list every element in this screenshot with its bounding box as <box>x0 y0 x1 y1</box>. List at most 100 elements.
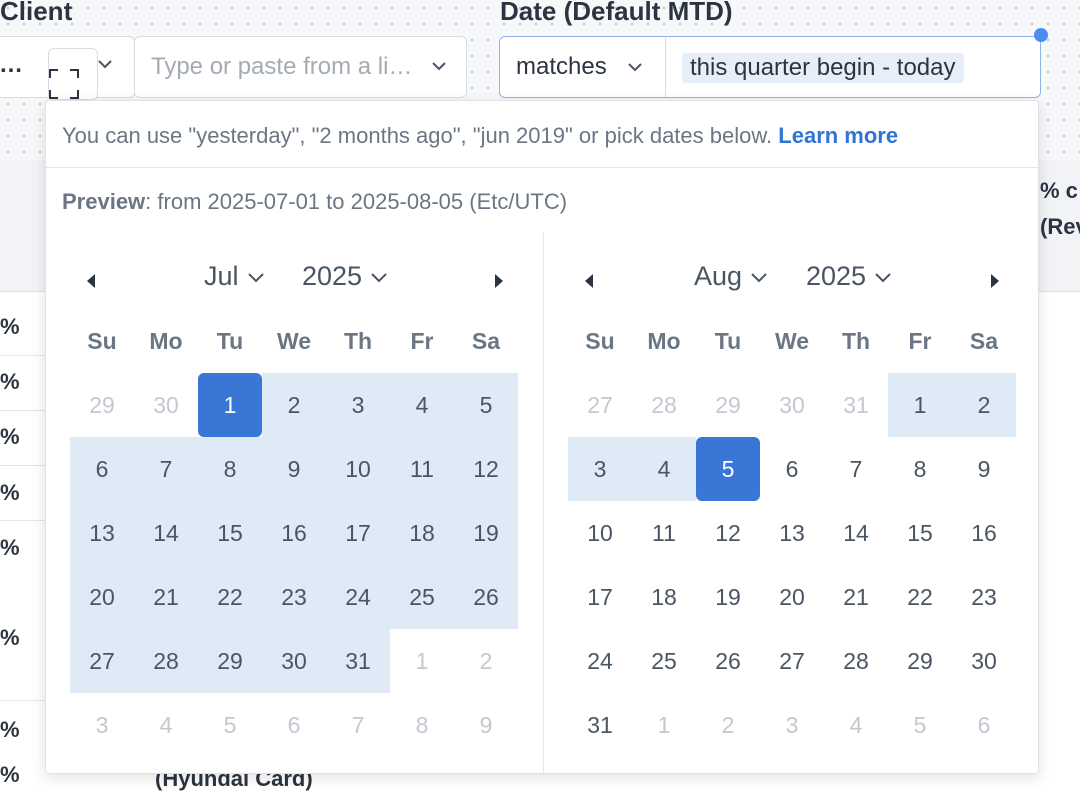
day-cell[interactable]: 5 <box>454 373 518 437</box>
month-select[interactable]: Aug <box>694 261 768 292</box>
day-cell[interactable]: 10 <box>326 437 390 501</box>
day-cell[interactable]: 2 <box>696 693 760 757</box>
day-cell[interactable]: 25 <box>632 629 696 693</box>
day-cell[interactable]: 6 <box>70 437 134 501</box>
day-cell[interactable]: 16 <box>952 501 1016 565</box>
day-cell[interactable]: 27 <box>70 629 134 693</box>
date-picker-popup: You can use "yesterday", "2 months ago",… <box>45 100 1039 774</box>
day-cell[interactable]: 26 <box>454 565 518 629</box>
day-cell[interactable]: 24 <box>326 565 390 629</box>
day-cell[interactable]: 6 <box>952 693 1016 757</box>
day-cell[interactable]: 4 <box>390 373 454 437</box>
date-operator-select[interactable]: matches <box>500 37 666 97</box>
day-cell[interactable]: 16 <box>262 501 326 565</box>
day-cell[interactable]: 29 <box>70 373 134 437</box>
day-cell[interactable]: 29 <box>888 629 952 693</box>
day-cell[interactable]: 30 <box>134 373 198 437</box>
day-cell[interactable]: 3 <box>568 437 632 501</box>
day-cell[interactable]: 1 <box>632 693 696 757</box>
day-cell[interactable]: 30 <box>760 373 824 437</box>
day-cell[interactable]: 12 <box>696 501 760 565</box>
day-cell[interactable]: 6 <box>262 693 326 757</box>
day-cell[interactable]: 25 <box>390 565 454 629</box>
day-cell[interactable]: 29 <box>198 629 262 693</box>
year-select[interactable]: 2025 <box>302 261 388 292</box>
selected-day-cell[interactable]: 1 <box>198 373 262 437</box>
day-cell[interactable]: 18 <box>632 565 696 629</box>
day-cell[interactable]: 3 <box>70 693 134 757</box>
day-cell[interactable]: 31 <box>824 373 888 437</box>
day-cell[interactable]: 12 <box>454 437 518 501</box>
prev-month-icon[interactable] <box>84 273 100 289</box>
day-cell[interactable]: 4 <box>824 693 888 757</box>
day-cell[interactable]: 11 <box>390 437 454 501</box>
day-cell[interactable]: 23 <box>262 565 326 629</box>
next-month-icon[interactable] <box>490 273 506 289</box>
day-cell[interactable]: 31 <box>568 693 632 757</box>
day-cell[interactable]: 20 <box>70 565 134 629</box>
selected-day-cell[interactable]: 5 <box>696 437 760 501</box>
header-text-2: (Rev <box>1040 214 1080 239</box>
day-cell[interactable]: 17 <box>568 565 632 629</box>
day-cell[interactable]: 21 <box>824 565 888 629</box>
day-cell[interactable]: 2 <box>952 373 1016 437</box>
day-cell[interactable]: 18 <box>390 501 454 565</box>
client-value-input[interactable]: Type or paste from a li… <box>134 36 467 98</box>
year-select[interactable]: 2025 <box>806 261 892 292</box>
month-select[interactable]: Jul <box>204 261 265 292</box>
day-cell[interactable]: 4 <box>134 693 198 757</box>
day-cell[interactable]: 9 <box>454 693 518 757</box>
day-cell[interactable]: 7 <box>134 437 198 501</box>
day-cell[interactable]: 15 <box>888 501 952 565</box>
day-cell[interactable]: 22 <box>198 565 262 629</box>
day-cell[interactable]: 13 <box>760 501 824 565</box>
day-cell[interactable]: 8 <box>888 437 952 501</box>
day-cell[interactable]: 14 <box>134 501 198 565</box>
day-cell[interactable]: 7 <box>326 693 390 757</box>
day-cell[interactable]: 6 <box>760 437 824 501</box>
day-cell[interactable]: 1 <box>390 629 454 693</box>
day-cell[interactable]: 23 <box>952 565 1016 629</box>
day-cell[interactable]: 9 <box>262 437 326 501</box>
day-cell[interactable]: 30 <box>262 629 326 693</box>
day-cell[interactable]: 3 <box>760 693 824 757</box>
day-cell[interactable]: 7 <box>824 437 888 501</box>
day-cell[interactable]: 15 <box>198 501 262 565</box>
day-cell[interactable]: 19 <box>454 501 518 565</box>
day-cell[interactable]: 11 <box>632 501 696 565</box>
day-cell[interactable]: 17 <box>326 501 390 565</box>
day-cell[interactable]: 1 <box>888 373 952 437</box>
day-cell[interactable]: 5 <box>198 693 262 757</box>
day-cell[interactable]: 27 <box>760 629 824 693</box>
date-value-tag[interactable]: this quarter begin - today <box>682 53 964 83</box>
day-cell[interactable]: 2 <box>262 373 326 437</box>
next-month-icon[interactable] <box>986 273 1002 289</box>
day-cell[interactable]: 5 <box>888 693 952 757</box>
day-cell[interactable]: 13 <box>70 501 134 565</box>
prev-month-icon[interactable] <box>582 273 598 289</box>
day-cell[interactable]: 28 <box>824 629 888 693</box>
day-cell[interactable]: 31 <box>326 629 390 693</box>
day-cell[interactable]: 29 <box>696 373 760 437</box>
resize-handle[interactable] <box>1034 28 1048 42</box>
day-cell[interactable]: 9 <box>952 437 1016 501</box>
day-cell[interactable]: 8 <box>198 437 262 501</box>
day-cell[interactable]: 26 <box>696 629 760 693</box>
day-cell[interactable]: 28 <box>134 629 198 693</box>
day-cell[interactable]: 8 <box>390 693 454 757</box>
day-cell[interactable]: 30 <box>952 629 1016 693</box>
day-cell[interactable]: 4 <box>632 437 696 501</box>
day-cell[interactable]: 10 <box>568 501 632 565</box>
day-cell[interactable]: 24 <box>568 629 632 693</box>
day-cell[interactable]: 20 <box>760 565 824 629</box>
day-cell[interactable]: 21 <box>134 565 198 629</box>
day-cell[interactable]: 28 <box>632 373 696 437</box>
day-cell[interactable]: 3 <box>326 373 390 437</box>
expand-button[interactable] <box>48 48 98 100</box>
day-cell[interactable]: 22 <box>888 565 952 629</box>
day-cell[interactable]: 27 <box>568 373 632 437</box>
learn-more-link[interactable]: Learn more <box>778 123 898 148</box>
day-cell[interactable]: 2 <box>454 629 518 693</box>
day-cell[interactable]: 19 <box>696 565 760 629</box>
day-cell[interactable]: 14 <box>824 501 888 565</box>
